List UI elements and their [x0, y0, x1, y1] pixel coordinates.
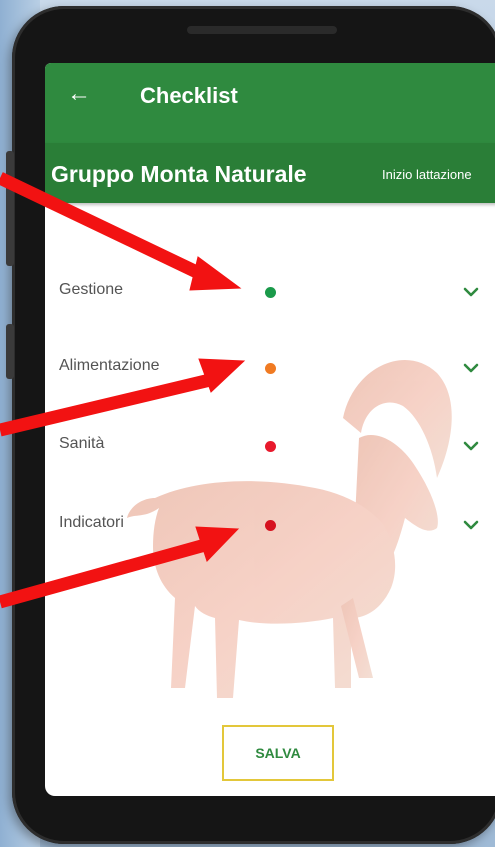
chevron-down-icon[interactable] [461, 358, 481, 378]
item-label: Indicatori [59, 514, 124, 531]
status-dot [265, 441, 276, 452]
status-dot [265, 287, 276, 298]
phone-speaker [187, 26, 337, 34]
list-item[interactable]: Gestione [45, 267, 495, 317]
status-dot [265, 520, 276, 531]
chevron-down-icon[interactable] [461, 515, 481, 535]
page-title: Checklist [140, 83, 238, 108]
arrow-left-icon[interactable]: ← [67, 79, 91, 109]
list-item[interactable]: Sanità [45, 421, 495, 471]
status-dot [265, 363, 276, 374]
phone-frame: ← Checklist Gruppo Monta Naturale Inizio… [6, 6, 495, 844]
chevron-down-icon[interactable] [461, 282, 481, 302]
item-label: Alimentazione [59, 357, 160, 374]
app-screen: ← Checklist Gruppo Monta Naturale Inizio… [45, 63, 495, 796]
app-bar: ← Checklist [45, 63, 495, 143]
volume-button [6, 151, 14, 266]
save-button[interactable]: SALVA [222, 725, 334, 781]
list-item[interactable]: Indicatori [45, 500, 495, 550]
group-name: Gruppo Monta Naturale [51, 161, 307, 187]
group-header: Gruppo Monta Naturale Inizio lattazione [45, 143, 495, 203]
chevron-down-icon[interactable] [461, 436, 481, 456]
item-label: Sanità [59, 435, 105, 452]
list-item[interactable]: Alimentazione [45, 343, 495, 393]
lactation-phase: Inizio lattazione [382, 167, 472, 182]
item-label: Gestione [59, 281, 124, 298]
power-button [6, 324, 14, 379]
